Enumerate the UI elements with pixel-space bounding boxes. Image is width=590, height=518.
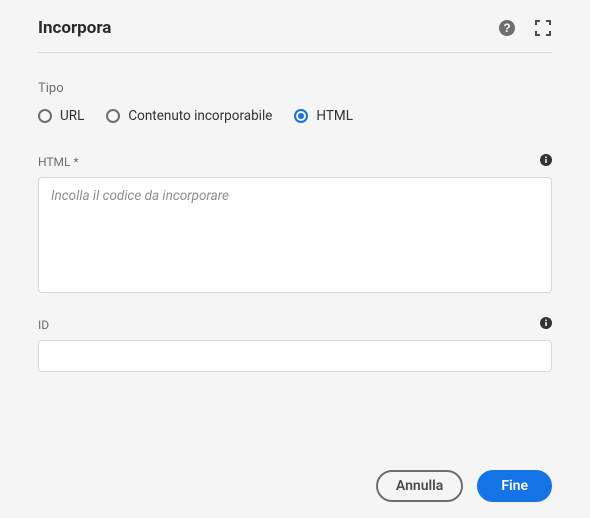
cancel-button[interactable]: Annulla bbox=[376, 470, 463, 502]
radio-label: HTML bbox=[316, 108, 353, 124]
svg-text:?: ? bbox=[503, 21, 510, 35]
done-button[interactable]: Fine bbox=[477, 470, 552, 502]
html-textarea[interactable] bbox=[38, 177, 552, 293]
dialog-header: Incorpora ? bbox=[38, 18, 552, 53]
header-icons: ? bbox=[498, 19, 552, 37]
dialog-footer: Annulla Fine bbox=[376, 470, 552, 502]
radio-label: Contenuto incorporabile bbox=[128, 108, 272, 124]
field-header: HTML * bbox=[38, 154, 552, 169]
html-field-block: HTML * bbox=[38, 154, 552, 297]
embed-dialog: Incorpora ? Tipo URL Contenuto incorpora… bbox=[0, 0, 590, 390]
radio-label: URL bbox=[60, 108, 84, 124]
radio-html[interactable]: HTML bbox=[294, 108, 353, 124]
radio-embeddable[interactable]: Contenuto incorporabile bbox=[106, 108, 272, 124]
type-label: Tipo bbox=[38, 81, 552, 96]
fullscreen-icon[interactable] bbox=[534, 19, 552, 37]
info-icon[interactable] bbox=[540, 154, 552, 169]
dialog-title: Incorpora bbox=[38, 18, 111, 38]
radio-url[interactable]: URL bbox=[38, 108, 84, 124]
id-field-block: ID bbox=[38, 317, 552, 372]
radio-circle-icon bbox=[106, 109, 120, 123]
id-input[interactable] bbox=[38, 340, 552, 372]
field-header: ID bbox=[38, 317, 552, 332]
radio-circle-icon bbox=[294, 109, 308, 123]
type-radio-group: URL Contenuto incorporabile HTML bbox=[38, 108, 552, 124]
info-icon[interactable] bbox=[540, 317, 552, 332]
id-field-label: ID bbox=[38, 318, 49, 332]
radio-circle-icon bbox=[38, 109, 52, 123]
html-field-label: HTML * bbox=[38, 155, 79, 169]
help-icon[interactable]: ? bbox=[498, 19, 516, 37]
